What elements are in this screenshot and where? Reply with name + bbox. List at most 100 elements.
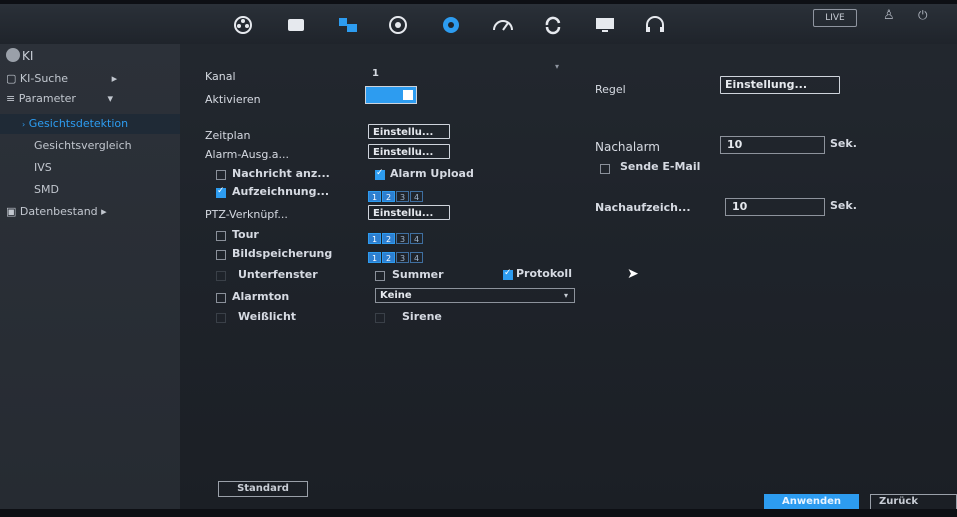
channel-2[interactable]: 2 (382, 252, 395, 263)
headset-icon[interactable] (642, 14, 668, 36)
alarm-ausgang-label: Alarm-Ausg.a... (205, 148, 290, 161)
bildspeicherung-checkbox[interactable] (216, 250, 226, 260)
alarmton-select[interactable]: Keine ▾ (375, 288, 575, 303)
zeitplan-label: Zeitplan (205, 129, 251, 142)
channel-3[interactable]: 3 (396, 233, 409, 244)
summer-label: Summer (392, 268, 444, 281)
storage-icon[interactable] (385, 14, 411, 36)
apply-button[interactable]: Anwenden (764, 494, 859, 509)
chevron-right-icon: ▸ (101, 205, 107, 218)
chevron-down-icon[interactable]: ▾ (555, 62, 559, 71)
sidebar-item-gesichtsvergleich[interactable]: Gesichtsvergleich (34, 139, 132, 152)
alarm-upload-checkbox[interactable] (375, 168, 385, 180)
live-button[interactable]: LIVE (813, 9, 857, 27)
monitor-icon[interactable] (592, 14, 618, 36)
alarmton-checkbox[interactable] (216, 293, 226, 303)
back-button[interactable]: Zurück (870, 494, 957, 509)
nachalarm-unit: Sek. (830, 137, 857, 150)
chevron-right-icon: ▸ (111, 72, 118, 85)
alarmton-value: Keine (380, 290, 412, 301)
settings-icon[interactable] (438, 14, 464, 36)
list-icon: ≡ (6, 92, 16, 105)
nachalarm-label: Nachalarm (595, 140, 660, 154)
tour-checkbox[interactable] (216, 231, 226, 241)
sende-email-checkbox[interactable] (600, 164, 610, 174)
chevron-down-icon: ▾ (107, 92, 113, 105)
protokoll-label: Protokoll (516, 267, 572, 280)
sidebar-item-label: Gesichtsdetektion (28, 117, 129, 130)
aktivieren-toggle[interactable] (365, 86, 417, 104)
channel-2[interactable]: 2 (382, 191, 395, 202)
search-icon: ▢ (6, 72, 17, 85)
nachaufzeich-label: Nachaufzeich... (595, 201, 691, 214)
ptz-button[interactable]: Einstellu... (368, 205, 450, 220)
channel-1[interactable]: 1 (368, 191, 381, 202)
zeitplan-button[interactable]: Einstellu... (368, 124, 450, 139)
sidebar-header: KI (22, 49, 34, 63)
tour-label: Tour (232, 228, 259, 241)
aufzeichnung-channels: 1234 (368, 185, 424, 202)
regel-button[interactable]: Einstellung... (720, 76, 840, 94)
channel-2[interactable]: 2 (382, 233, 395, 244)
nachricht-label: Nachricht anz... (232, 167, 330, 180)
channel-1[interactable]: 1 (368, 233, 381, 244)
nachaufzeich-input[interactable]: 10 (725, 198, 825, 216)
sirene-checkbox[interactable] (375, 313, 385, 323)
sidebar-item-label: KI-Suche (19, 72, 69, 85)
standard-button[interactable]: Standard (218, 481, 308, 497)
mouse-cursor-icon: ➤ (627, 266, 639, 282)
regel-label: Regel (595, 83, 626, 96)
bullet-icon: › (22, 120, 26, 129)
sidebar-item-label: Datenbestand (19, 205, 98, 218)
kanal-label: Kanal (205, 70, 236, 83)
nachalarm-input[interactable]: 10 (720, 136, 825, 154)
channel-3[interactable]: 3 (396, 191, 409, 202)
unterfenster-label: Unterfenster (238, 268, 318, 281)
kanal-select[interactable]: 1 (372, 68, 379, 79)
channel-3[interactable]: 3 (396, 252, 409, 263)
sidebar-item-ivs[interactable]: IVS (34, 161, 52, 174)
sidebar-item-ki-suche[interactable]: ▢ KI-Suche ▸ (6, 72, 117, 85)
main-content: Kanal 1 ▾ Aktivieren Regel Einstellung..… (180, 44, 957, 509)
aktivieren-label: Aktivieren (205, 93, 261, 106)
protokoll-checkbox[interactable] (503, 268, 513, 280)
nachricht-checkbox[interactable] (216, 170, 226, 180)
tour-channels: 1234 (368, 227, 424, 244)
toggle-knob (403, 90, 413, 100)
alarm-upload-label: Alarm Upload (390, 167, 474, 180)
user-icon[interactable]: ♙ (883, 8, 895, 23)
channel-4[interactable]: 4 (410, 233, 423, 244)
alarm-ausgang-button[interactable]: Einstellu... (368, 144, 450, 159)
top-bar: LIVE ♙ ⏻ (0, 4, 957, 44)
aufzeichnung-checkbox[interactable] (216, 186, 226, 198)
sync-icon[interactable] (540, 14, 566, 36)
alarmton-label: Alarmton (232, 290, 290, 303)
camera-reel-icon[interactable] (230, 14, 256, 36)
playback-icon[interactable] (283, 14, 309, 36)
sende-email-label: Sende E-Mail (620, 160, 701, 173)
channel-1[interactable]: 1 (368, 252, 381, 263)
sidebar-item-parameter[interactable]: ≡ Parameter ▾ (6, 92, 113, 105)
screen: LIVE ♙ ⏻ KI ▢ KI-Suche ▸ ≡ Parameter ▾ ›… (0, 4, 957, 509)
network-icon[interactable] (335, 14, 361, 36)
ki-icon (6, 48, 20, 62)
aufzeichnung-label: Aufzeichnung... (232, 185, 330, 198)
database-icon: ▣ (6, 205, 17, 218)
sidebar-item-gesichtsdetektion[interactable]: › Gesichtsdetektion (22, 117, 128, 130)
channel-4[interactable]: 4 (410, 252, 423, 263)
logout-icon[interactable]: ⏻ (918, 8, 928, 23)
channel-4[interactable]: 4 (410, 191, 423, 202)
summer-checkbox[interactable] (375, 271, 385, 281)
sidebar-item-smd[interactable]: SMD (34, 183, 59, 196)
chevron-down-icon: ▾ (563, 291, 568, 300)
sidebar-item-datenbestand[interactable]: ▣ Datenbestand ▸ (6, 205, 107, 218)
nachaufzeich-unit: Sek. (830, 199, 857, 212)
weisslicht-label: Weißlicht (238, 310, 297, 323)
sidebar: KI ▢ KI-Suche ▸ ≡ Parameter ▾ › Gesichts… (0, 44, 180, 509)
weisslicht-checkbox[interactable] (216, 313, 226, 323)
sirene-label: Sirene (402, 310, 442, 323)
unterfenster-checkbox[interactable] (216, 271, 226, 281)
sidebar-item-label: Parameter (18, 92, 76, 105)
bildspeicherung-channels: 1234 (368, 246, 424, 263)
performance-icon[interactable] (490, 14, 516, 36)
